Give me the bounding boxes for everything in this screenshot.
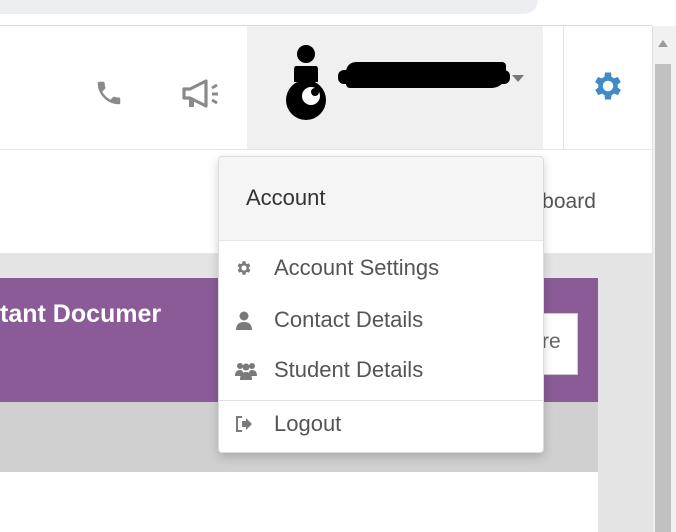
account-dropdown: Account Account Settings Contact Details — [218, 156, 544, 453]
username-redacted-block — [346, 62, 506, 88]
scrollbar-thumb[interactable] — [655, 64, 671, 532]
gear-icon[interactable] — [590, 68, 626, 104]
content-card — [28, 472, 578, 532]
menu-item-label: Student Details — [274, 357, 424, 382]
menu-item-student-details[interactable]: Student Details — [219, 347, 543, 397]
menu-item-account-settings[interactable]: Account Settings — [219, 245, 543, 295]
dropdown-header-label: Account — [246, 185, 326, 210]
menu-item-label: Logout — [274, 411, 342, 436]
menu-item-label: Contact Details — [274, 307, 424, 332]
phone-icon[interactable] — [94, 78, 124, 108]
scroll-up-arrow-icon[interactable] — [658, 40, 668, 47]
panel-title: tant Documer — [0, 300, 162, 328]
dropdown-header: Account — [219, 157, 543, 241]
users-icon — [235, 361, 257, 381]
navbar-separator — [563, 26, 564, 150]
menu-item-label: Account Settings — [274, 255, 440, 280]
user-icon — [235, 311, 255, 331]
user-avatar-icon[interactable] — [284, 44, 330, 124]
menu-item-contact-details[interactable]: Contact Details — [219, 297, 543, 347]
menu-item-logout[interactable]: Logout — [219, 401, 543, 451]
sign-out-icon — [235, 415, 255, 435]
megaphone-icon[interactable] — [180, 78, 220, 110]
gear-icon — [235, 259, 255, 279]
search-bar-remnant[interactable] — [0, 0, 538, 14]
caret-down-icon[interactable] — [512, 75, 524, 83]
panel-more-button-label: re — [542, 330, 561, 353]
